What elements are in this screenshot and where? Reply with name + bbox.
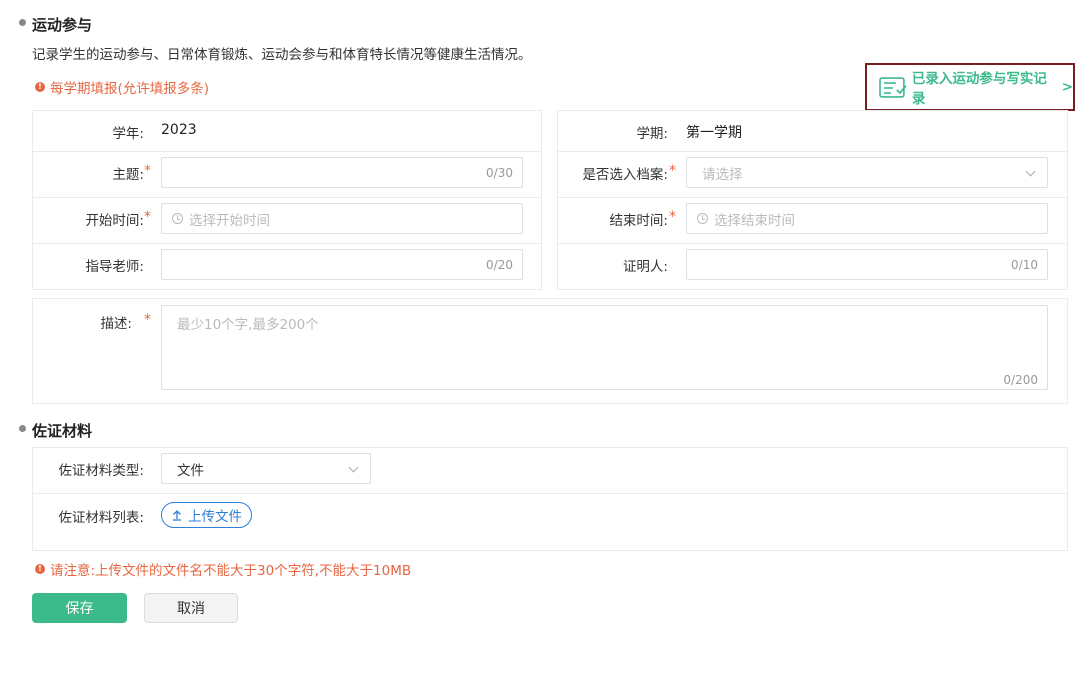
- upload-notice: ! 请注意:上传文件的文件名不能大于30个字符,不能大于10MB: [35, 559, 411, 579]
- topic-label: 主题:: [112, 167, 144, 183]
- evidence-type-label: 佐证材料类型:: [58, 463, 144, 479]
- warning-icon: !: [35, 564, 45, 574]
- year-value: 2023: [161, 122, 197, 138]
- upload-file-label: 上传文件: [188, 509, 242, 525]
- end-time-picker[interactable]: 选择结束时间: [686, 203, 1048, 234]
- recorded-sports-link[interactable]: 已录入运动参与写实记录 >: [865, 63, 1075, 111]
- section-title-evidence: 佐证材料: [32, 422, 93, 440]
- evidence-type-value: 文件: [177, 462, 204, 479]
- required-mark: *: [669, 209, 676, 225]
- start-time-placeholder: 选择开始时间: [189, 212, 270, 229]
- divider: [33, 243, 541, 244]
- cancel-button[interactable]: 取消: [144, 593, 238, 623]
- divider: [558, 151, 1067, 152]
- archive-label: 是否选入档案:: [582, 167, 668, 183]
- divider: [558, 243, 1067, 244]
- divider: [558, 197, 1067, 198]
- teacher-label: 指导老师:: [85, 259, 144, 275]
- upload-file-button[interactable]: 上传文件: [161, 502, 252, 528]
- archive-select-placeholder: 请选择: [702, 166, 743, 183]
- chevron-down-icon: [1025, 166, 1036, 177]
- divider: [33, 151, 541, 152]
- clock-icon: [697, 213, 708, 224]
- divider: [33, 493, 1067, 494]
- recorded-sports-link-label: 已录入运动参与写实记录: [911, 71, 1047, 107]
- fill-notice-text: 每学期填报(允许填报多条): [50, 81, 210, 97]
- description-textarea[interactable]: 最少10个字,最多200个 0/200: [161, 305, 1048, 390]
- term-label: 学期:: [636, 126, 668, 142]
- warning-icon: !: [35, 82, 45, 92]
- upload-icon: [173, 510, 181, 521]
- fill-notice: ! 每学期填报(允许填报多条): [35, 77, 209, 97]
- description-label: 描述:: [100, 316, 132, 332]
- year-label: 学年:: [112, 126, 144, 142]
- term-value: 第一学期: [686, 125, 742, 141]
- required-mark: *: [669, 163, 676, 179]
- clock-icon: [172, 213, 183, 224]
- section-description: 记录学生的运动参与、日常体育锻炼、运动会参与和体育特长情况等健康生活情况。: [32, 47, 532, 63]
- end-time-label: 结束时间:: [609, 213, 668, 229]
- end-time-placeholder: 选择结束时间: [714, 212, 795, 229]
- topic-input[interactable]: 0/30: [161, 157, 523, 188]
- section-title-sports: 运动参与: [32, 16, 93, 34]
- witness-label: 证明人:: [622, 259, 668, 275]
- divider: [33, 197, 541, 198]
- topic-counter: 0/30: [486, 165, 513, 180]
- description-counter: 0/200: [1003, 373, 1038, 387]
- teacher-input[interactable]: 0/20: [161, 249, 523, 280]
- evidence-type-select[interactable]: 文件: [161, 453, 371, 484]
- required-mark: *: [144, 163, 151, 179]
- section-bullet: [19, 19, 26, 26]
- chevron-down-icon: [348, 462, 359, 473]
- required-mark: *: [144, 209, 151, 225]
- section-bullet: [19, 425, 26, 432]
- description-placeholder: 最少10个字,最多200个: [177, 317, 319, 333]
- record-list-icon: [879, 77, 907, 98]
- archive-select[interactable]: 请选择: [686, 157, 1048, 188]
- witness-input[interactable]: 0/10: [686, 249, 1048, 280]
- upload-notice-text: 请注意:上传文件的文件名不能大于30个字符,不能大于10MB: [50, 563, 412, 579]
- required-mark: *: [144, 312, 151, 328]
- evidence-list-label: 佐证材料列表:: [58, 510, 144, 526]
- start-time-picker[interactable]: 选择开始时间: [161, 203, 523, 234]
- teacher-counter: 0/20: [486, 257, 513, 272]
- start-time-label: 开始时间:: [85, 213, 144, 229]
- save-button[interactable]: 保存: [32, 593, 127, 623]
- chevron-right-icon: >: [1061, 79, 1073, 95]
- witness-counter: 0/10: [1011, 257, 1038, 272]
